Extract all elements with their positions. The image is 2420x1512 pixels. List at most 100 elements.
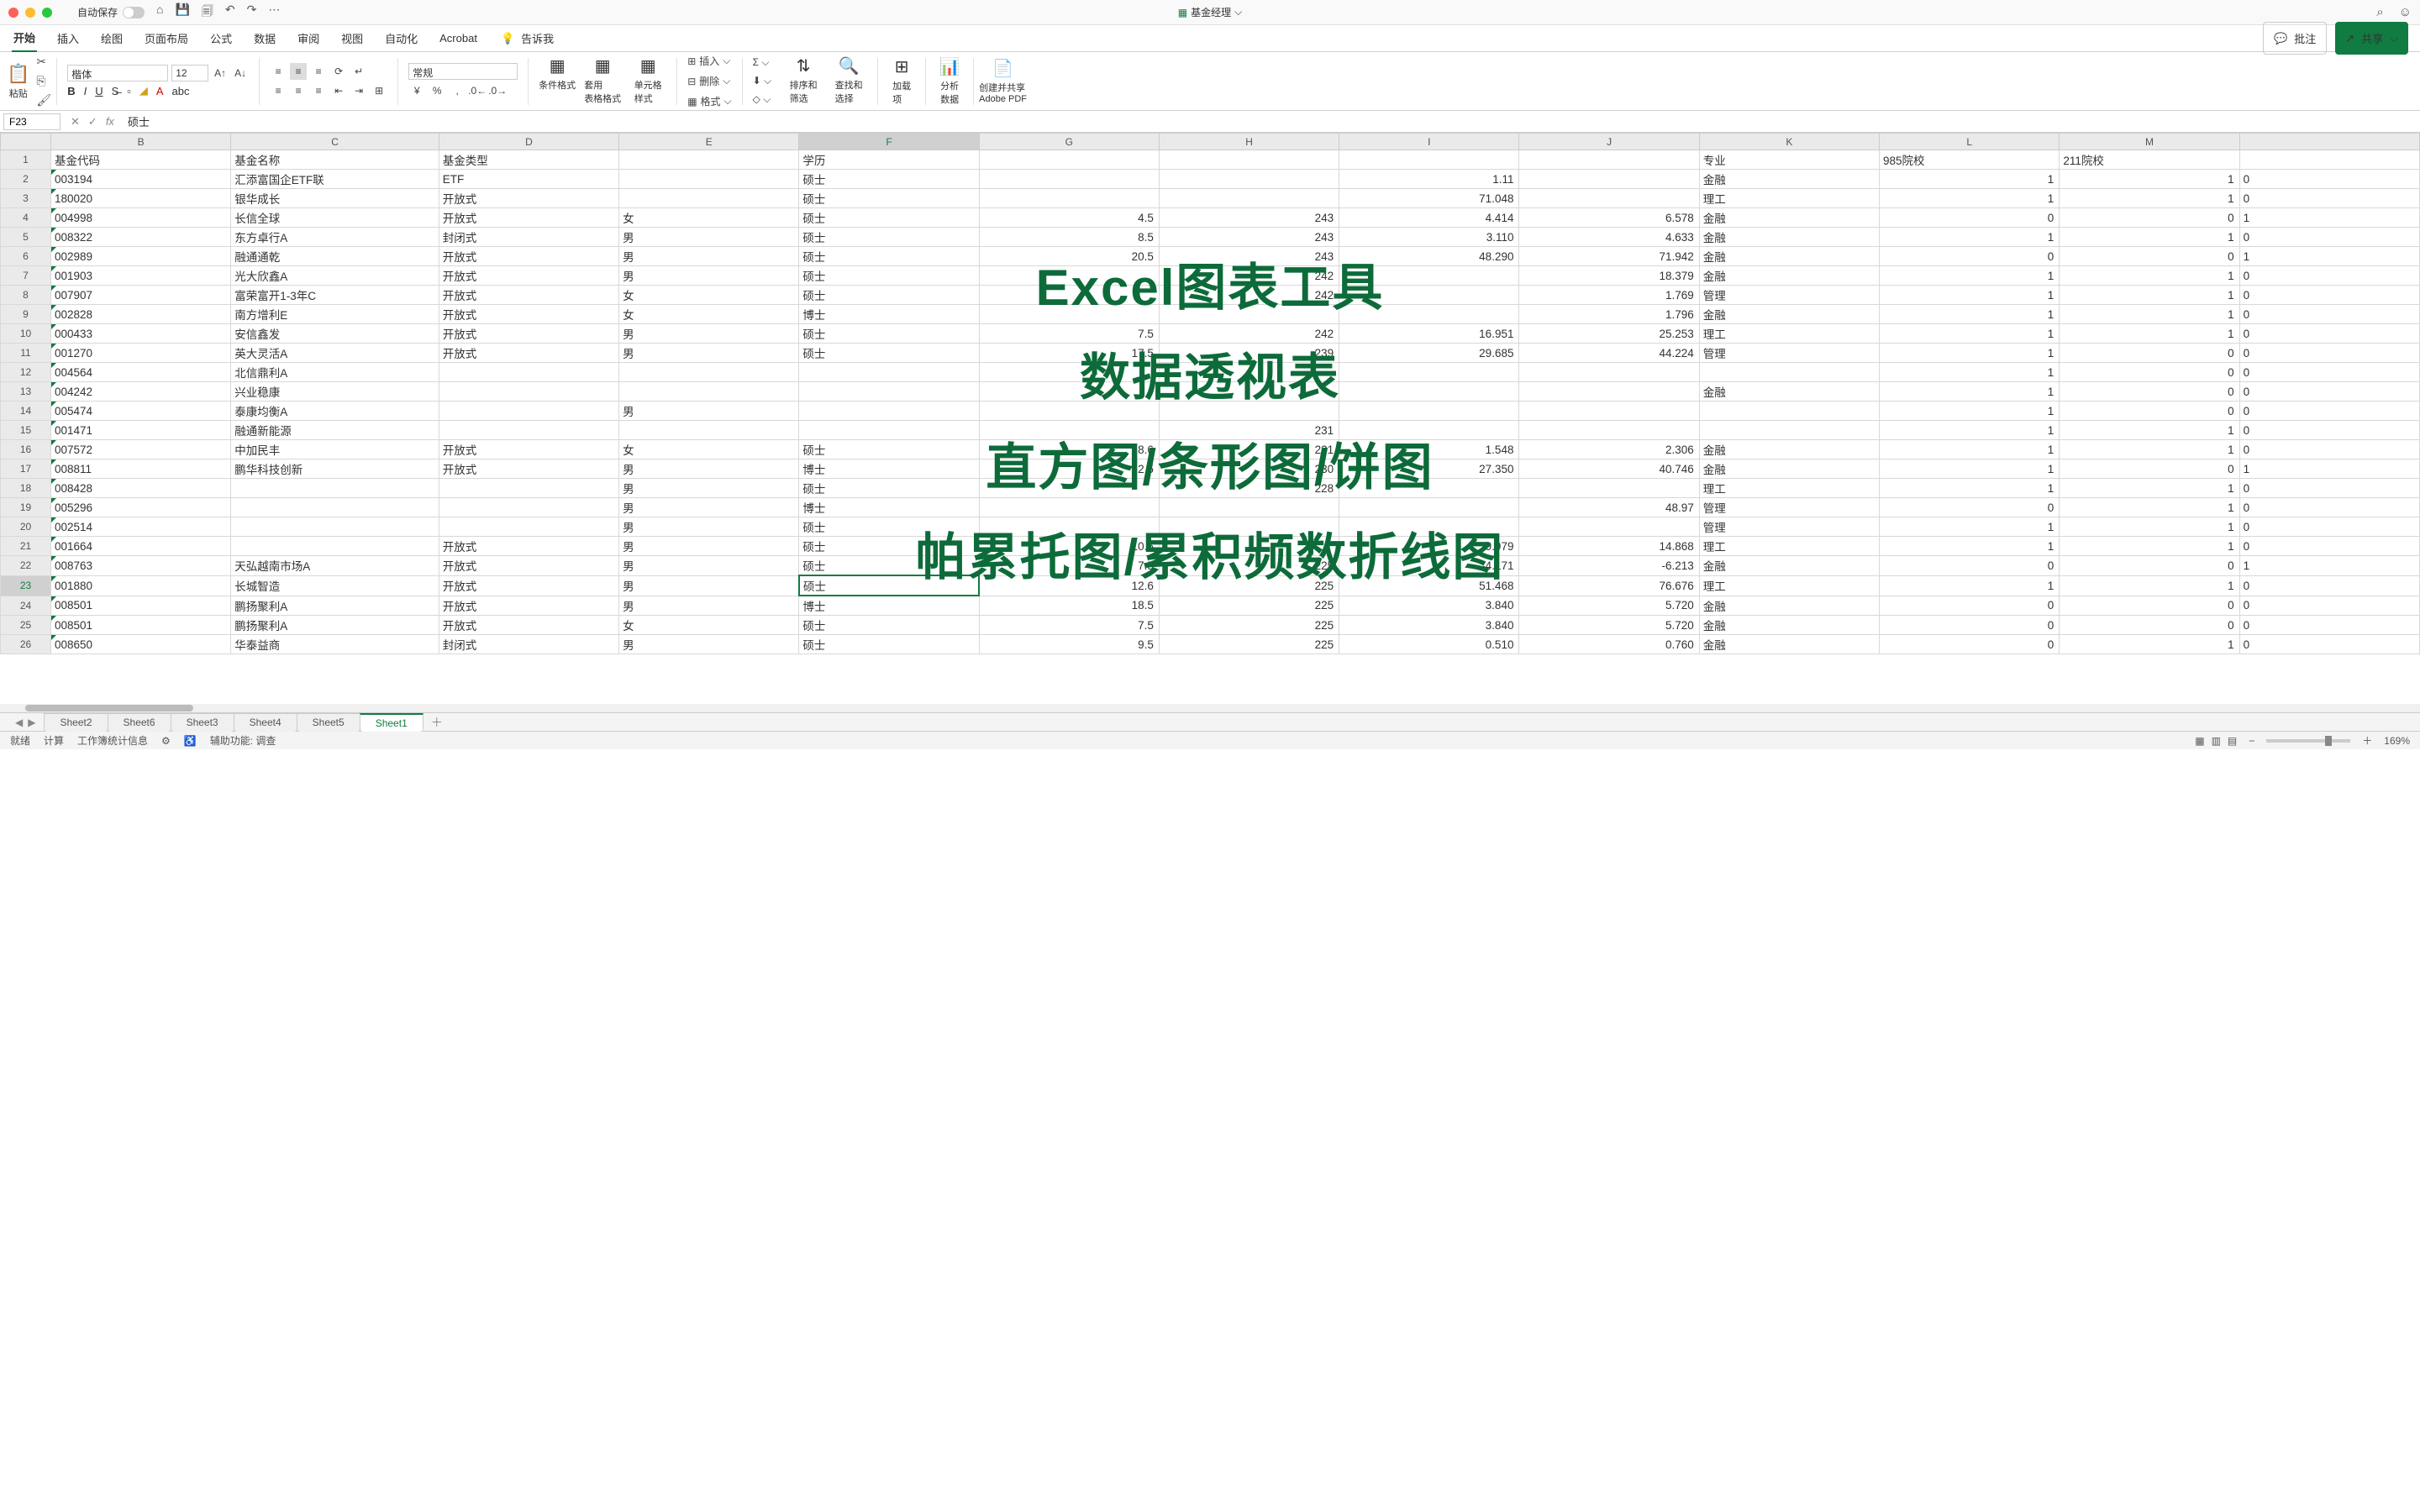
find-select-button[interactable]: 🔍查找和 选择 [830,55,867,107]
cell-22[interactable]: 1 [2239,556,2419,576]
cell-C18[interactable] [231,479,439,498]
cell-I24[interactable]: 3.840 [1339,596,1519,616]
col-header-E[interactable]: E [619,134,799,150]
cell-D15[interactable] [439,421,618,440]
print-icon[interactable]: 🗐 [202,3,213,23]
col-header-I[interactable]: I [1339,134,1519,150]
cell-G3[interactable] [979,189,1159,208]
cell-L5[interactable]: 1 [1880,228,2060,247]
merge-cells-icon[interactable]: ⊞ [371,82,387,99]
col-header-J[interactable]: J [1519,134,1699,150]
cell-M2[interactable]: 1 [2060,170,2239,189]
cell-H17[interactable]: 230 [1159,459,1339,479]
cell-D24[interactable]: 开放式 [439,596,618,616]
cell-11[interactable]: 0 [2239,344,2419,363]
cell-I16[interactable]: 1.548 [1339,440,1519,459]
cell-E4[interactable]: 女 [619,208,799,228]
cell-L6[interactable]: 0 [1880,247,2060,266]
cell-C22[interactable]: 天弘越南市场A [231,556,439,576]
cell-19[interactable]: 0 [2239,498,2419,517]
row-header-26[interactable]: 26 [1,635,51,654]
row-header-8[interactable]: 8 [1,286,51,305]
cell-M14[interactable]: 0 [2060,402,2239,421]
cell-L10[interactable]: 1 [1880,324,2060,344]
cell-B3[interactable]: 180020 [51,189,231,208]
row-header-1[interactable]: 1 [1,150,51,170]
row-header-4[interactable]: 4 [1,208,51,228]
font-color-button[interactable]: A [156,85,164,97]
cell-I5[interactable]: 3.110 [1339,228,1519,247]
cell-L14[interactable]: 1 [1880,402,2060,421]
zoom-in-icon[interactable]: ＋ [2362,733,2372,748]
cell-J24[interactable]: 5.720 [1519,596,1699,616]
orientation-icon[interactable]: ⟳ [330,63,347,80]
cell-G21[interactable]: 10.5 [979,537,1159,556]
cell-B17[interactable]: 008811 [51,459,231,479]
currency-icon[interactable]: ¥ [408,82,425,99]
cell-D5[interactable]: 封闭式 [439,228,618,247]
clear-button[interactable]: ◇ ⌵ [753,92,772,108]
cell-2[interactable]: 0 [2239,170,2419,189]
fill-button[interactable]: ⬇ ⌵ [753,73,772,89]
cell-H19[interactable] [1159,498,1339,517]
cell-E11[interactable]: 男 [619,344,799,363]
cell-I1[interactable] [1339,150,1519,170]
cell-J10[interactable]: 25.253 [1519,324,1699,344]
cell-20[interactable]: 0 [2239,517,2419,537]
cell-G15[interactable] [979,421,1159,440]
row-header-17[interactable]: 17 [1,459,51,479]
cell-M22[interactable]: 0 [2060,556,2239,576]
zoom-slider[interactable] [2266,739,2350,743]
cell-H11[interactable]: 239 [1159,344,1339,363]
cell-I7[interactable] [1339,266,1519,286]
cell-L18[interactable]: 1 [1880,479,2060,498]
cell-J23[interactable]: 76.676 [1519,575,1699,596]
cell-D1[interactable]: 基金类型 [439,150,618,170]
cell-8[interactable]: 0 [2239,286,2419,305]
formula-input[interactable]: 硕士 [121,112,2420,131]
increase-decimal-icon[interactable]: .0← [469,82,486,99]
align-center-icon[interactable]: ≡ [290,82,307,99]
cell-C4[interactable]: 长信全球 [231,208,439,228]
cell-L25[interactable]: 0 [1880,616,2060,635]
cell-F1[interactable]: 学历 [799,150,979,170]
cell-H21[interactable] [1159,537,1339,556]
cell-I26[interactable]: 0.510 [1339,635,1519,654]
cell-14[interactable]: 0 [2239,402,2419,421]
sheet-tab-Sheet2[interactable]: Sheet2 [44,713,108,732]
cell-C21[interactable] [231,537,439,556]
cell-F24[interactable]: 博士 [799,596,979,616]
cell-L26[interactable]: 0 [1880,635,2060,654]
analyze-data-button[interactable]: 📊分析 数据 [931,56,968,106]
cell-J21[interactable]: 14.868 [1519,537,1699,556]
cell-F22[interactable]: 硕士 [799,556,979,576]
cell-D19[interactable] [439,498,618,517]
cell-12[interactable]: 0 [2239,363,2419,382]
cell-M21[interactable]: 1 [2060,537,2239,556]
cell-I8[interactable] [1339,286,1519,305]
cell-C24[interactable]: 鹏扬聚利A [231,596,439,616]
bold-button[interactable]: B [67,85,75,97]
page-break-icon[interactable]: ▤ [2228,735,2237,747]
cell-H20[interactable] [1159,517,1339,537]
cell-C16[interactable]: 中加民丰 [231,440,439,459]
cell-F16[interactable]: 硕士 [799,440,979,459]
cell-B25[interactable]: 008501 [51,616,231,635]
tab-review[interactable]: 审阅 [296,25,321,51]
cell-F11[interactable]: 硕士 [799,344,979,363]
row-header-7[interactable]: 7 [1,266,51,286]
tab-start[interactable]: 开始 [12,24,37,52]
cell-M16[interactable]: 1 [2060,440,2239,459]
cell-D11[interactable]: 开放式 [439,344,618,363]
cell-K16[interactable]: 金融 [1699,440,1879,459]
cell-F14[interactable] [799,402,979,421]
cell-B22[interactable]: 008763 [51,556,231,576]
cell-F3[interactable]: 硕士 [799,189,979,208]
tab-data[interactable]: 数据 [252,25,277,51]
cell-D21[interactable]: 开放式 [439,537,618,556]
cell-B23[interactable]: 001880 [51,575,231,596]
cell-J3[interactable] [1519,189,1699,208]
insert-cells-button[interactable]: ⊞插入 ⌵ [687,52,731,70]
col-header-M[interactable]: M [2060,134,2239,150]
cell-9[interactable]: 0 [2239,305,2419,324]
